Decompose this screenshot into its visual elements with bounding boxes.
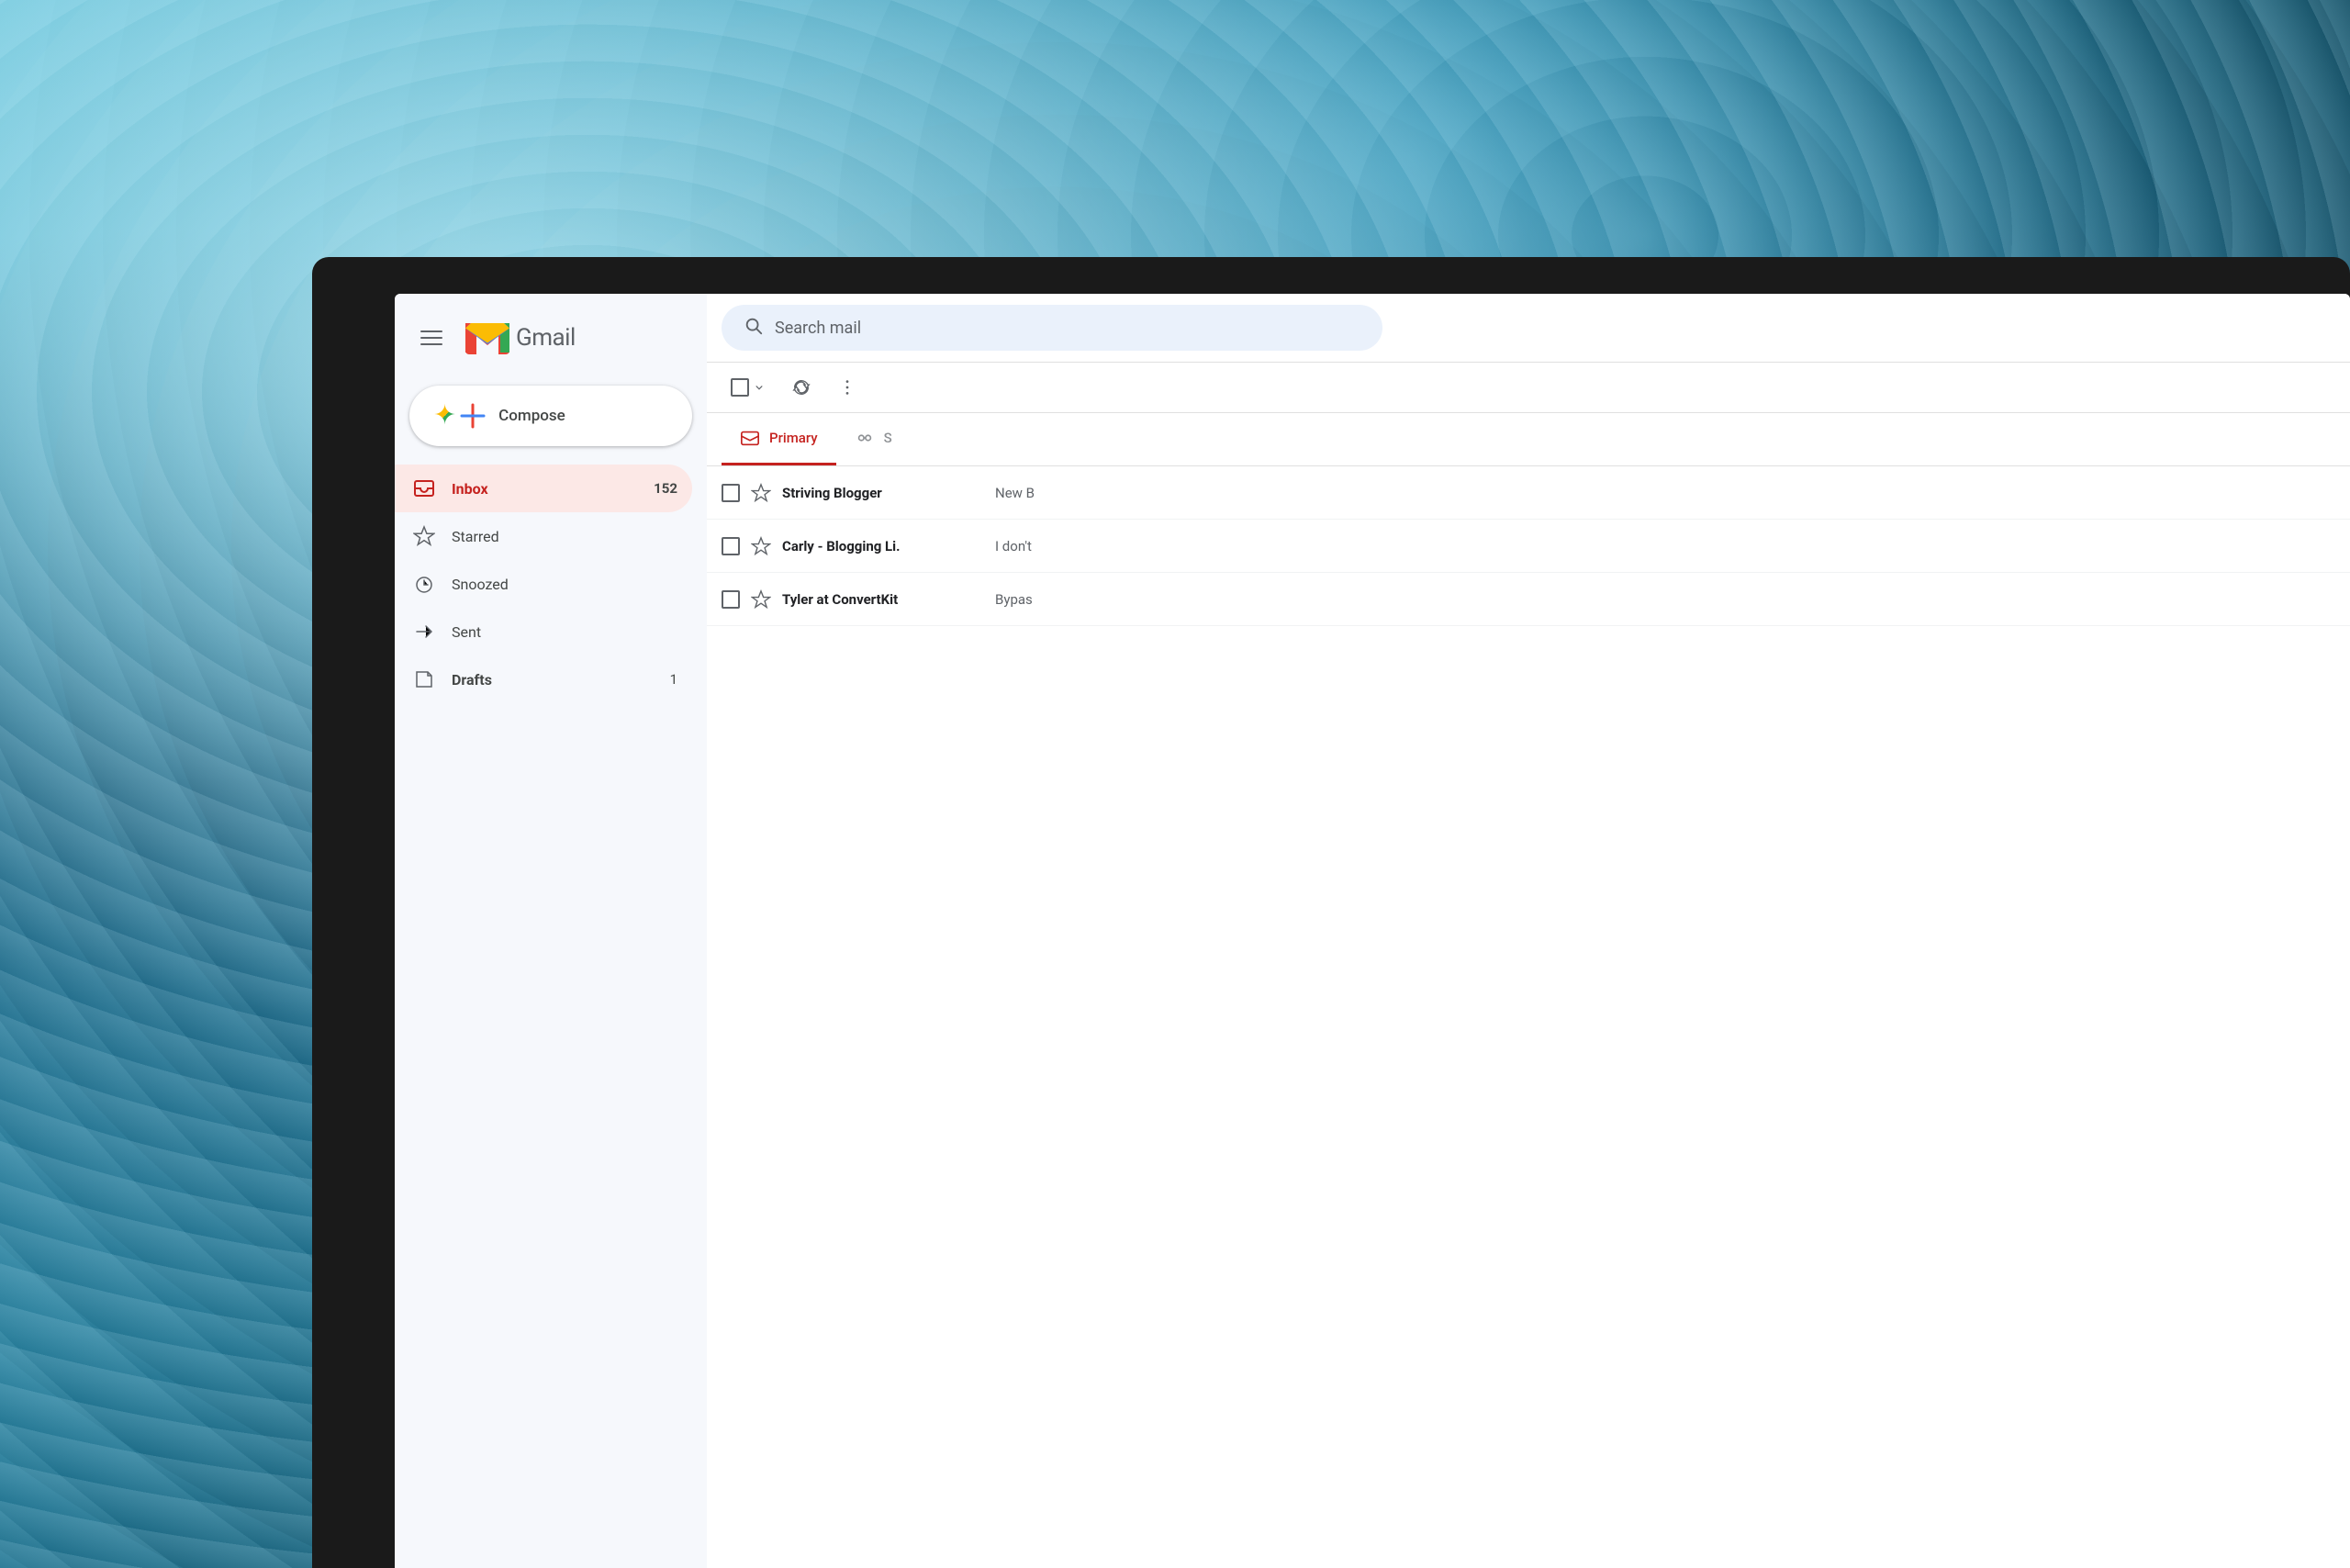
gmail-m-logo [464,319,510,356]
primary-tab-label: Primary [769,430,818,446]
email-star-2[interactable] [751,536,771,556]
menu-button[interactable] [409,316,453,360]
gmail-header: Gmail [395,308,707,378]
drafts-count: 1 [670,671,677,688]
star-icon [413,525,435,547]
refresh-icon [791,377,811,398]
tab-primary[interactable]: Primary [722,413,836,465]
sidebar-item-snoozed[interactable]: Snoozed [395,560,692,608]
email-star-1[interactable] [751,483,771,503]
inbox-icon [413,477,435,499]
compose-plus-icon [460,403,486,429]
hamburger-icon [420,327,442,349]
email-preview-1: New B [995,485,2335,501]
sent-label: Sent [452,623,677,641]
starred-label: Starred [452,528,677,545]
search-icon [744,316,764,340]
compose-plus-icon: ✦ [433,402,456,430]
select-button[interactable] [722,371,775,404]
email-row[interactable]: Carly - Blogging Li. I don't [707,520,2350,573]
select-checkbox[interactable] [731,378,749,397]
search-placeholder: Search mail [775,319,861,338]
top-bar: Search mail [707,294,2350,363]
email-preview-3: Bypas [995,591,2335,608]
compose-label: Compose [498,407,565,425]
search-bar[interactable]: Search mail [722,305,1382,351]
sidebar-item-starred[interactable]: Starred [395,512,692,560]
email-checkbox-3[interactable] [722,590,740,609]
snoozed-icon [413,573,435,595]
email-checkbox-1[interactable] [722,484,740,502]
screen: Gmail ✦ Compose Inbox 152 [395,294,2350,1568]
email-list: Striving Blogger New B Carly - Blogging … [707,466,2350,1568]
select-dropdown-icon [753,381,766,394]
email-preview-2: I don't [995,538,2335,554]
primary-tab-icon [740,428,760,448]
toolbar [707,363,2350,413]
tab-social[interactable]: S [836,413,911,465]
sidebar: Gmail ✦ Compose Inbox 152 [395,294,707,1568]
inbox-label: Inbox [452,480,637,498]
gmail-title: Gmail [516,324,576,352]
social-tab-icon [855,428,875,448]
more-options-button[interactable] [828,370,867,405]
main-content: Search mail [707,294,2350,1568]
sent-icon [413,621,435,643]
email-row[interactable]: Tyler at ConvertKit Bypas [707,573,2350,626]
email-sender-3: Tyler at ConvertKit [782,591,984,608]
email-sender-2: Carly - Blogging Li. [782,538,984,554]
email-star-3[interactable] [751,589,771,610]
drafts-label: Drafts [452,671,654,689]
compose-button[interactable]: ✦ Compose [409,386,692,446]
sidebar-item-sent[interactable]: Sent [395,608,692,655]
gmail-logo: Gmail [464,319,576,356]
refresh-button[interactable] [782,370,821,405]
email-checkbox-2[interactable] [722,537,740,555]
sidebar-item-drafts[interactable]: Drafts 1 [395,655,692,703]
more-options-icon [837,377,857,398]
email-row[interactable]: Striving Blogger New B [707,466,2350,520]
social-tab-label: S [884,430,892,446]
tabs-bar: Primary S [707,413,2350,466]
snoozed-label: Snoozed [452,576,677,593]
drafts-icon [413,668,435,690]
inbox-count: 152 [654,480,677,497]
email-sender-1: Striving Blogger [782,485,984,501]
sidebar-item-inbox[interactable]: Inbox 152 [395,465,692,512]
